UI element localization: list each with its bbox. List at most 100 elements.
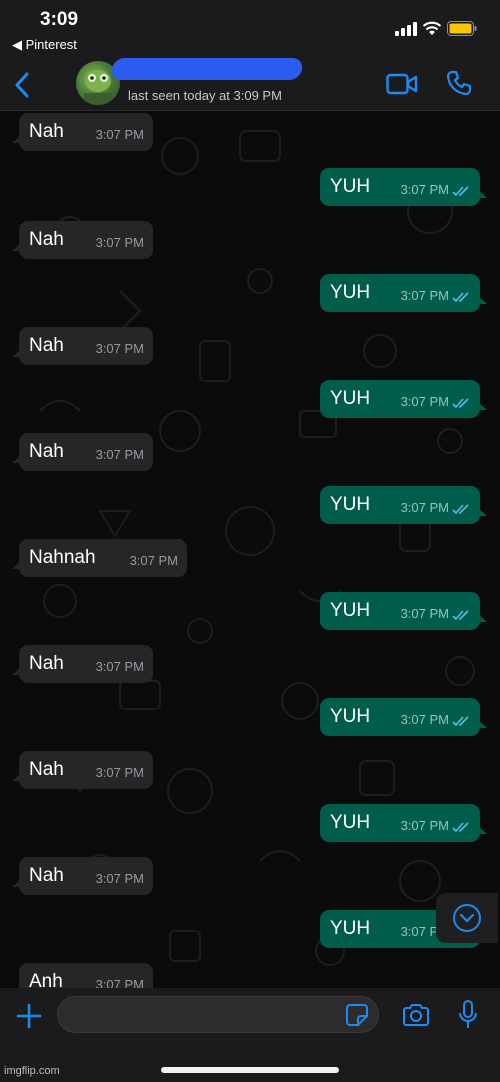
microphone-icon[interactable] [458, 1000, 478, 1030]
message-text: YUH [330, 812, 371, 833]
message-time: 3:07 PM [400, 606, 449, 621]
bubble-tail [12, 135, 21, 143]
message-timestamp: 3:07 PM [96, 116, 144, 154]
message-text: Nah [29, 121, 64, 142]
chevron-down-circle-icon [453, 904, 481, 932]
message-time: 3:07 PM [95, 235, 144, 250]
message-time: 3:07 PM [129, 553, 178, 568]
message-time: 3:07 PM [95, 765, 144, 780]
plus-icon[interactable] [16, 1003, 42, 1029]
incoming-message-bubble[interactable]: Nah 3:07 PM [12, 857, 153, 898]
incoming-message-bubble[interactable]: Nah 3:07 PM [12, 751, 153, 792]
message-text: Nah [29, 865, 64, 886]
message-time: 3:07 PM [400, 500, 449, 515]
cellular-signal-icon [395, 22, 417, 36]
bubble-tail [12, 667, 21, 675]
message-time: 3:07 PM [400, 182, 449, 197]
message-timestamp: 3:07 PM [401, 277, 470, 315]
message-time: 3:07 PM [95, 659, 144, 674]
wifi-icon [422, 21, 442, 35]
incoming-message-bubble[interactable]: Nahnah 3:07 PM [12, 539, 187, 580]
last-seen-status: last seen today at 3:09 PM [128, 88, 282, 103]
double-check-icon [452, 821, 469, 832]
message-timestamp: 3:07 PM [401, 489, 470, 527]
bubble-tail [12, 243, 21, 251]
message-time: 3:07 PM [95, 871, 144, 886]
message-text: YUH [330, 918, 371, 939]
message-input-bar: imgflip.com [0, 988, 500, 1082]
phone-call-icon[interactable] [446, 70, 472, 96]
back-to-app-link[interactable]: ◀ Pinterest [12, 37, 77, 53]
message-text: Nah [29, 653, 64, 674]
message-time: 3:07 PM [95, 341, 144, 356]
message-text: Nah [29, 759, 64, 780]
clock: 3:09 [40, 9, 79, 30]
incoming-message-bubble[interactable]: Nah 3:07 PM [12, 327, 153, 368]
bubble-tail [478, 190, 487, 198]
outgoing-message-bubble[interactable]: YUH 3:07 PM [320, 698, 487, 739]
video-call-icon[interactable] [386, 73, 418, 95]
message-timestamp: 3:07 PM [96, 330, 144, 368]
incoming-message-bubble[interactable]: Nah 3:07 PM [12, 221, 153, 262]
message-time: 3:07 PM [95, 447, 144, 462]
message-time: 3:07 PM [400, 818, 449, 833]
message-text: YUH [330, 388, 371, 409]
message-timestamp: 3:07 PM [401, 383, 470, 421]
message-text: YUH [330, 600, 371, 621]
scroll-to-bottom-button[interactable] [436, 893, 498, 943]
incoming-message-bubble[interactable]: Anh 3:07 PM [12, 963, 153, 988]
message-time: 3:07 PM [95, 977, 144, 988]
message-timestamp: 3:07 PM [130, 542, 178, 580]
message-timestamp: 3:07 PM [401, 807, 470, 845]
message-text: Nahnah [29, 547, 96, 568]
outgoing-message-bubble[interactable]: YUH 3:07 PM [320, 380, 487, 421]
bubble-tail [478, 614, 487, 622]
message-text: YUH [330, 706, 371, 727]
camera-icon[interactable] [402, 1003, 430, 1027]
message-timestamp: 3:07 PM [96, 224, 144, 262]
bubble-tail [12, 455, 21, 463]
double-check-icon [452, 503, 469, 514]
message-timestamp: 3:07 PM [96, 754, 144, 792]
chevron-left-icon[interactable] [14, 72, 30, 98]
sticker-icon[interactable] [346, 1004, 368, 1026]
message-timestamp: 3:07 PM [96, 860, 144, 898]
incoming-message-bubble[interactable]: Nah 3:07 PM [12, 113, 153, 154]
incoming-message-bubble[interactable]: Nah 3:07 PM [12, 433, 153, 474]
message-time: 3:07 PM [400, 394, 449, 409]
double-check-icon [452, 291, 469, 302]
status-bar: 3:09 ◀ Pinterest [0, 0, 500, 58]
message-timestamp: 3:07 PM [96, 966, 144, 988]
outgoing-message-bubble[interactable]: YUH 3:07 PM [320, 592, 487, 633]
bubble-tail [12, 561, 21, 569]
battery-icon [447, 21, 477, 36]
message-text: Nah [29, 335, 64, 356]
incoming-message-bubble[interactable]: Nah 3:07 PM [12, 645, 153, 686]
message-timestamp: 3:07 PM [96, 648, 144, 686]
message-timestamp: 3:07 PM [401, 171, 470, 209]
double-check-icon [452, 609, 469, 620]
message-text: Nah [29, 229, 64, 250]
bubble-tail [478, 826, 487, 834]
message-text: Nah [29, 441, 64, 462]
chat-message-list[interactable]: Nah 3:07 PM YUH 3:07 PM Nah 3:07 PM YUH 3:07 PM… [0, 111, 500, 988]
redacted-contact-name [110, 58, 304, 80]
message-time: 3:07 PM [400, 288, 449, 303]
message-input[interactable] [57, 996, 379, 1033]
outgoing-message-bubble[interactable]: YUH 3:07 PM [320, 168, 487, 209]
home-indicator[interactable] [161, 1067, 339, 1073]
bubble-tail [12, 773, 21, 781]
outgoing-message-bubble[interactable]: YUH 3:07 PM [320, 486, 487, 527]
outgoing-message-bubble[interactable]: YUH 3:07 PM [320, 274, 487, 315]
chat-header: last seen today at 3:09 PM [0, 58, 500, 111]
double-check-icon [452, 715, 469, 726]
outgoing-message-bubble[interactable]: YUH 3:07 PM [320, 804, 487, 845]
message-time: 3:07 PM [95, 127, 144, 142]
message-text: YUH [330, 176, 371, 197]
message-timestamp: 3:07 PM [401, 701, 470, 739]
message-text: YUH [330, 494, 371, 515]
message-text: Anh [29, 971, 63, 988]
message-timestamp: 3:07 PM [96, 436, 144, 474]
bubble-tail [12, 349, 21, 357]
message-timestamp: 3:07 PM [401, 595, 470, 633]
